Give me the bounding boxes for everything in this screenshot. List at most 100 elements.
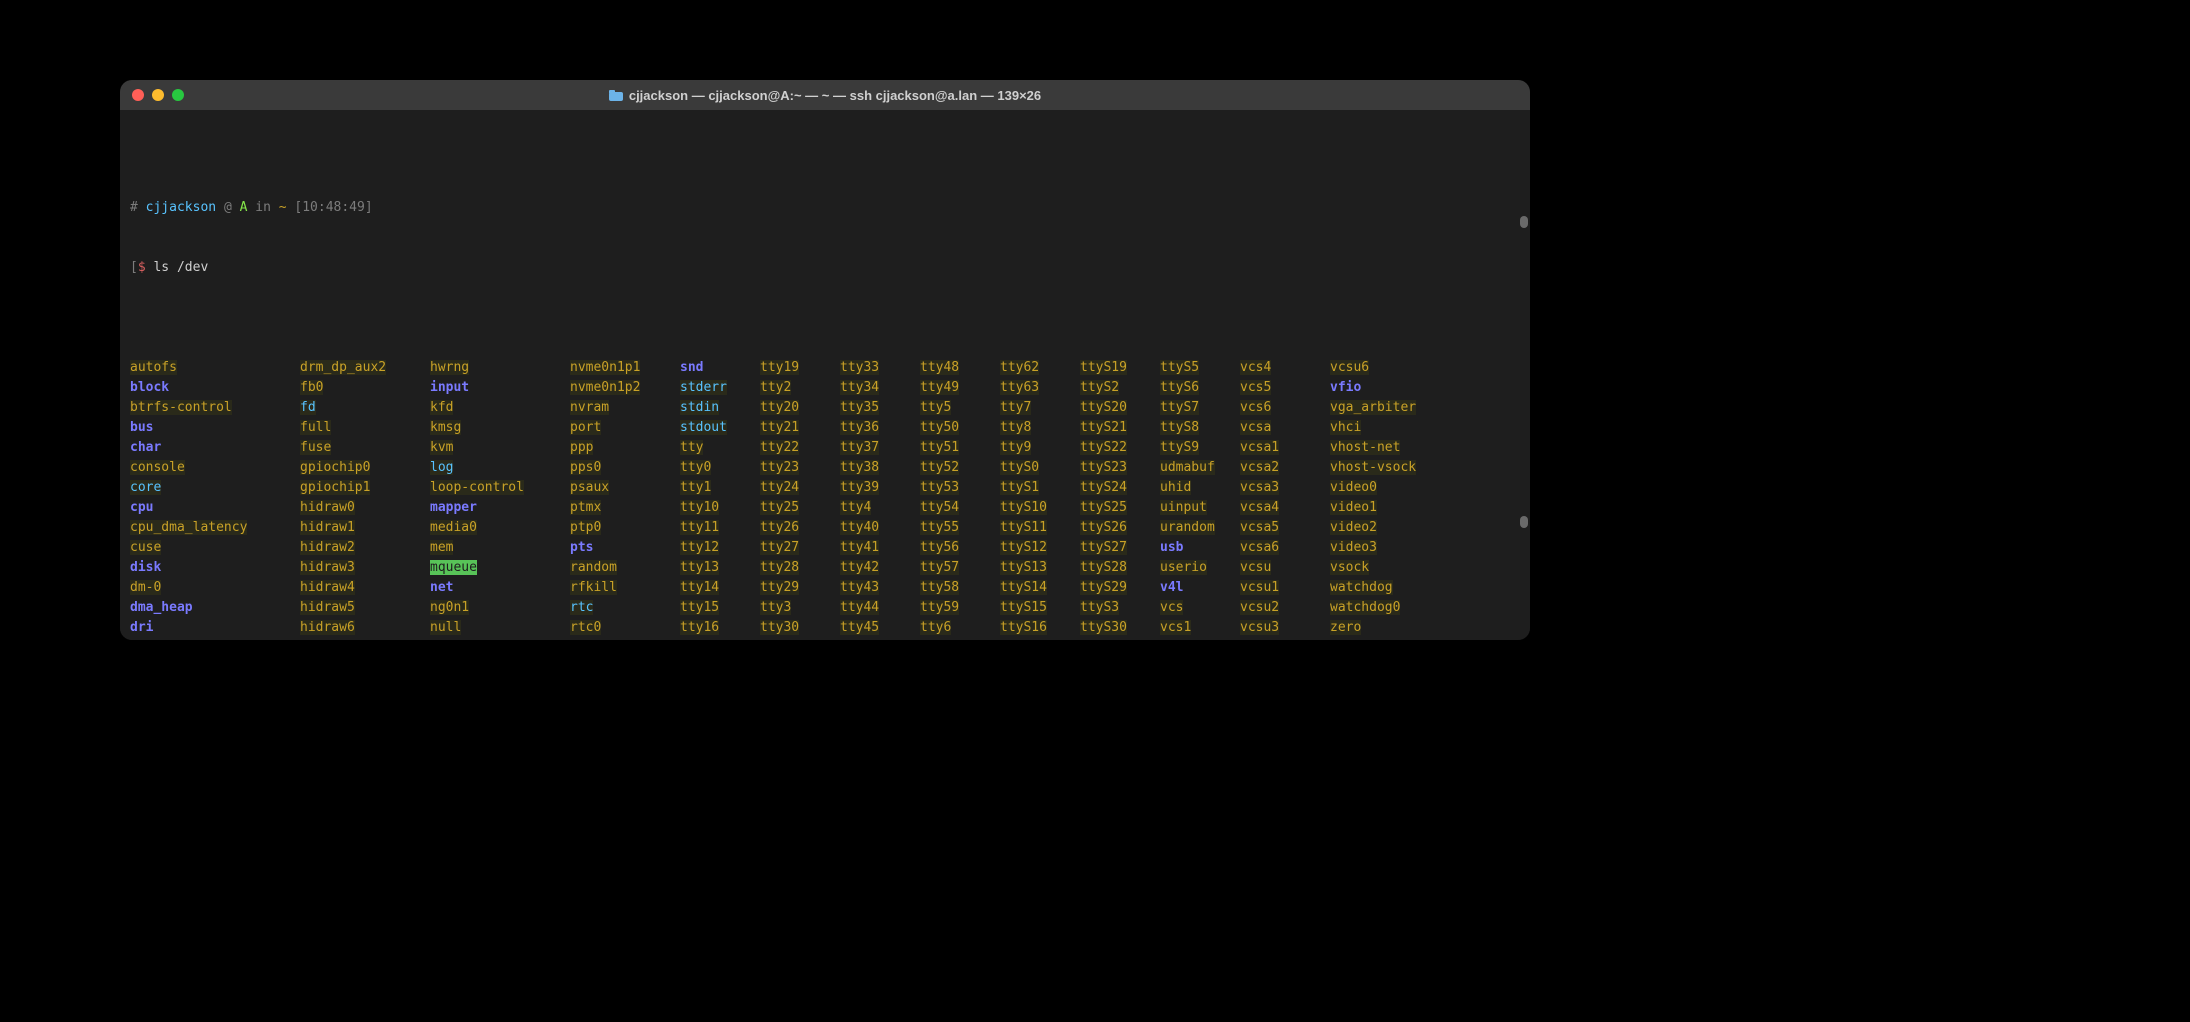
ls-entry: tty51 [920, 438, 1000, 458]
ls-entry: random [570, 558, 680, 578]
scroll-marker [1520, 216, 1528, 228]
ls-entry: ng0n1 [430, 598, 570, 618]
traffic-lights [132, 89, 184, 101]
ls-entry: ttyS10 [1000, 498, 1080, 518]
ls-entry: userio [1160, 558, 1240, 578]
ls-entry: tty [680, 438, 760, 458]
ls-entry: watchdog [1330, 578, 1410, 598]
ls-entry: port [570, 418, 680, 438]
ls-entry: cuse [130, 538, 300, 558]
ls-entry: hidraw3 [300, 558, 430, 578]
ls-entry: vcs4 [1240, 358, 1330, 378]
ls-entry: fuse [300, 438, 430, 458]
ls-entry: pps0 [570, 458, 680, 478]
ls-row: dma_heaphidraw5ng0n1rtctty15tty3tty44tty… [130, 598, 1520, 618]
ls-entry: tty20 [760, 398, 840, 418]
ls-entry: tty33 [840, 358, 920, 378]
ls-entry: rfkill [570, 578, 680, 598]
ls-entry: char [130, 438, 300, 458]
ls-entry: loop-control [430, 478, 570, 498]
ls-entry: vcsa4 [1240, 498, 1330, 518]
ls-entry: disk [130, 558, 300, 578]
ls-entry: tty41 [840, 538, 920, 558]
terminal-body[interactable]: # cjjackson @ A in ~ [10:48:49] [$ ls /d… [120, 110, 1530, 640]
ls-entry: tty57 [920, 558, 1000, 578]
ls-entry: v4l [1160, 578, 1240, 598]
minimize-icon[interactable] [152, 89, 164, 101]
ls-entry: ttyS28 [1080, 558, 1160, 578]
ls-entry: vcsa1 [1240, 438, 1330, 458]
ls-row: dm-0hidraw4netrfkilltty14tty29tty43tty58… [130, 578, 1520, 598]
ls-entry: dm-0 [130, 578, 300, 598]
ls-entry: ptmx [570, 498, 680, 518]
scrollbar[interactable] [1520, 116, 1528, 634]
zoom-icon[interactable] [172, 89, 184, 101]
ls-entry: log [430, 458, 570, 478]
ls-entry: ppp [570, 438, 680, 458]
ls-entry: gpiochip0 [300, 458, 430, 478]
close-icon[interactable] [132, 89, 144, 101]
ls-entry: vcsa6 [1240, 538, 1330, 558]
ls-entry: ttyS11 [1000, 518, 1080, 538]
ls-entry: tty56 [920, 538, 1000, 558]
ls-entry: hidraw5 [300, 598, 430, 618]
ls-entry: tty13 [680, 558, 760, 578]
ls-entry: ttyS3 [1080, 598, 1160, 618]
ls-entry: ttyS26 [1080, 518, 1160, 538]
ls-entry: tty23 [760, 458, 840, 478]
ls-entry: tty11 [680, 518, 760, 538]
ls-entry: fb0 [300, 378, 430, 398]
ls-entry: ttyS5 [1160, 358, 1240, 378]
ls-entry: tty59 [920, 598, 1000, 618]
ls-entry: ttyS20 [1080, 398, 1160, 418]
ls-entry: ttyS15 [1000, 598, 1080, 618]
ls-entry: gpiochip1 [300, 478, 430, 498]
ls-entry: tty3 [760, 598, 840, 618]
ls-entry: ttyS27 [1080, 538, 1160, 558]
ls-entry: tty46 [840, 638, 920, 640]
ls-entry: vcsu4 [1240, 638, 1330, 640]
ls-row: coregpiochip1loop-controlpsauxtty1tty24t… [130, 478, 1520, 498]
ls-entry: tty30 [760, 618, 840, 638]
ls-entry: vhost-net [1330, 438, 1410, 458]
ls-entry: tty4 [840, 498, 920, 518]
ls-entry: vcsa3 [1240, 478, 1330, 498]
ls-entry: psaux [570, 478, 680, 498]
ls-entry: rtc [570, 598, 680, 618]
ls-entry: uinput [1160, 498, 1240, 518]
titlebar[interactable]: cjjackson — cjjackson@A:~ — ~ — ssh cjja… [120, 80, 1530, 110]
ls-entry: pts [570, 538, 680, 558]
ls-row: consolegpiochip0logpps0tty0tty23tty38tty… [130, 458, 1520, 478]
ls-entry: tty10 [680, 498, 760, 518]
ls-entry: ttyS7 [1160, 398, 1240, 418]
ls-row: charfusekvmpppttytty22tty37tty51tty9ttyS… [130, 438, 1520, 458]
ls-entry: vcs [1160, 598, 1240, 618]
ls-entry: tty2 [760, 378, 840, 398]
ls-entry: kfd [430, 398, 570, 418]
ls-entry: ttyS14 [1000, 578, 1080, 598]
ls-entry: kmsg [430, 418, 570, 438]
ls-entry: tty9 [1000, 438, 1080, 458]
ls-entry: mqueue [430, 558, 570, 578]
ls-entry: tty45 [840, 618, 920, 638]
ls-row: cusehidraw2memptstty12tty27tty41tty56tty… [130, 538, 1520, 558]
ls-entry: tty19 [760, 358, 840, 378]
ls-entry: autofs [130, 358, 300, 378]
ls-entry: ttyS0 [1000, 458, 1080, 478]
ls-entry: uhid [1160, 478, 1240, 498]
ls-entry: ttyS30 [1080, 618, 1160, 638]
ls-entry: tty14 [680, 578, 760, 598]
ls-entry: input [430, 378, 570, 398]
ls-entry: nvram [570, 398, 680, 418]
ls-entry: tty5 [920, 398, 1000, 418]
ls-entry: video3 [1330, 538, 1410, 558]
ls-entry: tty24 [760, 478, 840, 498]
ls-entry: vcsu1 [1240, 578, 1330, 598]
ls-entry: vcsa [1240, 418, 1330, 438]
ls-entry: vga_arbiter [1330, 398, 1410, 418]
ls-entry: core [130, 478, 300, 498]
ls-row: drm_dp_aux0hpetnvme0shmtty17tty31tty46tt… [130, 638, 1520, 640]
ls-entry: hidraw4 [300, 578, 430, 598]
ls-entry: tty43 [840, 578, 920, 598]
ls-entry: tty6 [920, 618, 1000, 638]
